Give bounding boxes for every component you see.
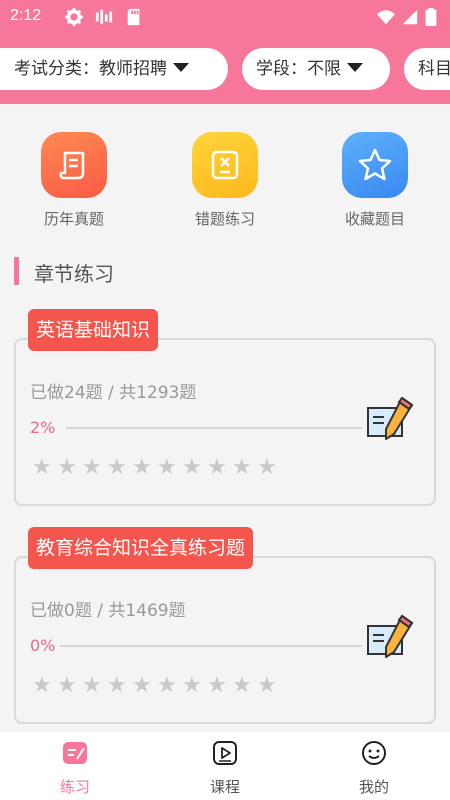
status-bar: 2:12 bbox=[0, 0, 450, 34]
smiley-profile-icon bbox=[362, 741, 386, 765]
section-accent-bar bbox=[14, 257, 19, 285]
nav-profile-label: 我的 bbox=[358, 778, 389, 796]
wrong-questions-link[interactable]: 错题练习 bbox=[191, 132, 259, 229]
star-icon bbox=[342, 132, 408, 198]
section-title: 章节练习 bbox=[34, 262, 114, 286]
chapter-progress-percent: 2% bbox=[30, 418, 56, 437]
battery-icon bbox=[425, 8, 437, 26]
document-icon bbox=[41, 132, 107, 198]
error-box-icon bbox=[192, 132, 258, 198]
chapter-progress-count: 已做24题 / 共1293题 bbox=[30, 383, 197, 403]
practice-icon bbox=[63, 742, 87, 764]
caret-down-icon bbox=[347, 62, 363, 72]
cell-signal-icon bbox=[402, 9, 418, 25]
nav-practice-label: 练习 bbox=[59, 778, 90, 796]
video-course-icon bbox=[213, 741, 237, 765]
status-time: 2:12 bbox=[10, 7, 42, 24]
favorites-link[interactable]: 收藏题目 bbox=[341, 132, 409, 229]
filter-bar: 考试分类：教师招聘 学段：不限 科目 bbox=[0, 48, 450, 90]
chapter-progress-track bbox=[60, 645, 362, 647]
sd-card-icon bbox=[127, 8, 140, 26]
favorites-label: 收藏题目 bbox=[344, 210, 405, 228]
header: 2:12 考试分类：教师招聘 学段：不限 科目 bbox=[0, 0, 450, 104]
settings-gear-icon bbox=[65, 8, 83, 26]
wrong-questions-label: 错题练习 bbox=[194, 210, 255, 228]
chapter-card[interactable]: 已做0题 / 共1469题 0% ★ ★ ★ ★ ★ ★ ★ ★ ★ ★ bbox=[14, 556, 436, 724]
signal-bars-icon bbox=[95, 9, 113, 25]
chapter-title-tag: 英语基础知识 bbox=[28, 309, 159, 351]
chapter-progress-count: 已做0题 / 共1469题 bbox=[30, 601, 186, 621]
category-filter-dropdown[interactable]: 考试分类：教师招聘 bbox=[0, 48, 228, 90]
past-papers-label: 历年真题 bbox=[43, 210, 104, 228]
wifi-icon bbox=[377, 10, 395, 25]
stage-filter-label: 学段：不限 bbox=[256, 59, 341, 79]
chapter-title-tag: 教育综合知识全真练习题 bbox=[28, 527, 254, 569]
nav-courses[interactable]: 课程 bbox=[185, 740, 265, 797]
nav-profile[interactable]: 我的 bbox=[334, 740, 414, 797]
subject-filter-dropdown[interactable]: 科目 bbox=[404, 48, 450, 90]
practice-pencil-icon bbox=[367, 396, 414, 440]
chapter-rating-stars: ★ ★ ★ ★ ★ ★ ★ ★ ★ ★ bbox=[32, 673, 277, 698]
chapter-card[interactable]: 已做24题 / 共1293题 2% ★ ★ ★ ★ ★ ★ ★ ★ ★ ★ bbox=[14, 338, 436, 506]
practice-pencil-icon bbox=[367, 614, 414, 658]
chapter-progress-track bbox=[66, 427, 362, 429]
category-filter-label: 考试分类：教师招聘 bbox=[14, 59, 167, 79]
caret-down-icon bbox=[173, 62, 189, 72]
chapter-rating-stars: ★ ★ ★ ★ ★ ★ ★ ★ ★ ★ bbox=[32, 455, 277, 480]
chapter-progress-percent: 0% bbox=[30, 636, 56, 655]
bottom-navigation: 练习 课程 我的 bbox=[0, 732, 450, 800]
past-papers-link[interactable]: 历年真题 bbox=[40, 132, 108, 229]
nav-practice[interactable]: 练习 bbox=[35, 740, 115, 797]
nav-courses-label: 课程 bbox=[209, 778, 240, 796]
stage-filter-dropdown[interactable]: 学段：不限 bbox=[242, 48, 390, 90]
subject-filter-label: 科目 bbox=[418, 59, 450, 79]
